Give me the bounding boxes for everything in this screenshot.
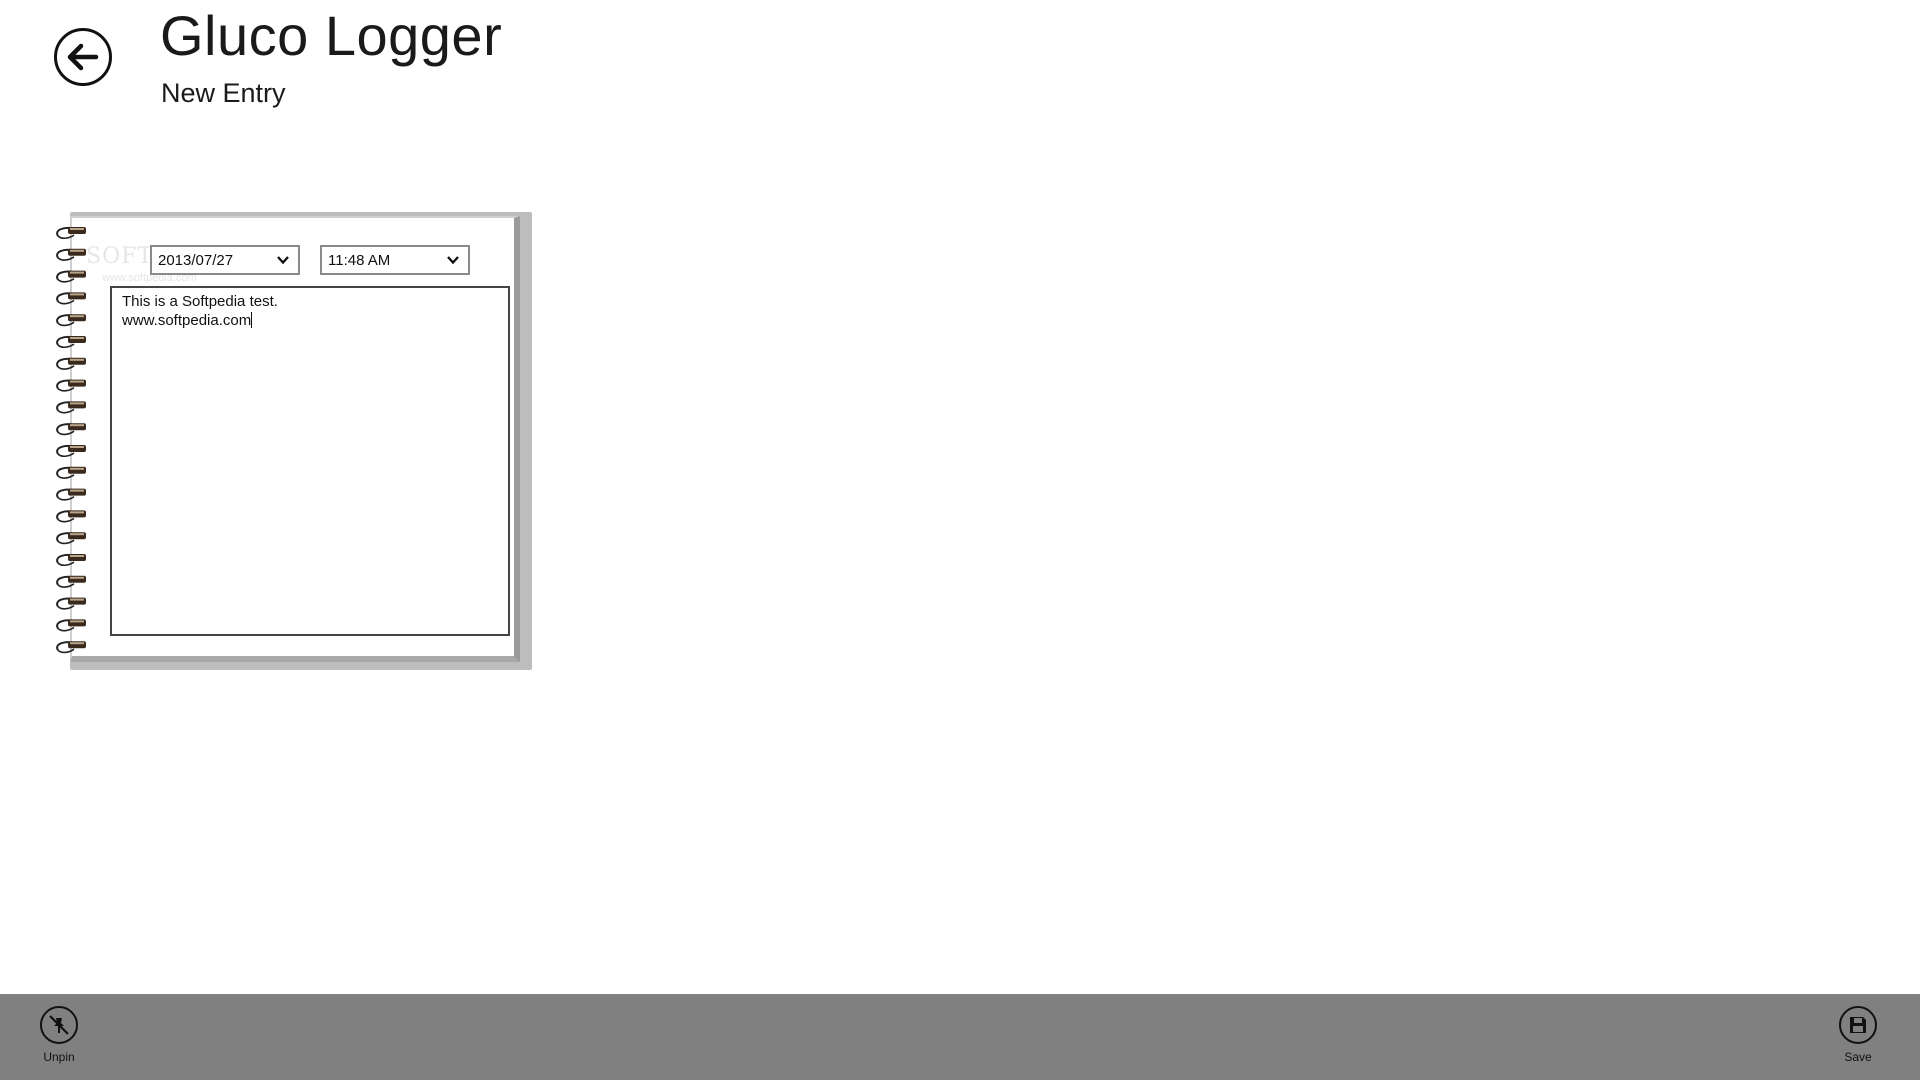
spiral-ring — [56, 488, 86, 501]
back-button[interactable] — [54, 28, 112, 86]
unpin-label: Unpin — [43, 1050, 75, 1064]
spiral-ring — [56, 510, 86, 523]
spiral-ring — [56, 575, 86, 588]
unpin-icon — [49, 1015, 69, 1035]
spiral-ring — [56, 619, 86, 632]
notes-line: www.softpedia.com — [122, 311, 498, 330]
chevron-down-icon — [447, 256, 459, 265]
back-arrow-icon — [67, 43, 99, 71]
unpin-icon-circle — [40, 1006, 78, 1044]
time-picker[interactable]: 11:48 AM — [320, 245, 470, 275]
time-value: 11:48 AM — [328, 251, 391, 269]
date-value: 2013/07/27 — [158, 251, 234, 269]
notebook: SOFTPEDIA www.softpedia.com 2013/07/27 1… — [54, 212, 536, 672]
spiral-ring — [56, 226, 86, 240]
notes-textarea[interactable]: This is a Softpedia test. www.softpedia.… — [110, 286, 510, 636]
text-caret — [251, 312, 253, 328]
spiral-binding — [56, 226, 86, 654]
spiral-ring — [56, 423, 86, 436]
spiral-ring — [56, 335, 86, 349]
page-subtitle: New Entry — [161, 78, 286, 108]
spiral-ring — [56, 292, 86, 305]
spiral-ring — [56, 270, 86, 283]
unpin-button[interactable]: Unpin — [29, 1006, 89, 1064]
spiral-ring — [56, 553, 86, 567]
chevron-down-icon — [277, 256, 289, 265]
save-button[interactable]: Save — [1828, 1006, 1888, 1064]
notes-line-text: www.softpedia.com — [122, 312, 252, 329]
spiral-ring — [56, 379, 86, 392]
spiral-ring — [56, 248, 86, 261]
app-title: Gluco Logger — [160, 4, 503, 67]
save-icon — [1850, 1017, 1866, 1033]
notes-line: This is a Softpedia test. — [122, 293, 278, 310]
page: Gluco Logger New Entry SOFTPEDIA www.sof… — [0, 0, 1920, 1080]
save-label: Save — [1844, 1050, 1872, 1064]
spiral-ring — [56, 466, 86, 479]
spiral-ring — [56, 444, 86, 458]
spiral-ring — [56, 641, 86, 654]
spiral-ring — [56, 597, 86, 610]
spiral-ring — [56, 532, 86, 545]
save-icon-circle — [1839, 1006, 1877, 1044]
spiral-ring — [56, 401, 86, 414]
spiral-ring — [56, 314, 86, 327]
app-bar: Unpin Save — [0, 994, 1920, 1080]
spiral-ring — [56, 357, 86, 370]
date-picker[interactable]: 2013/07/27 — [150, 245, 300, 275]
